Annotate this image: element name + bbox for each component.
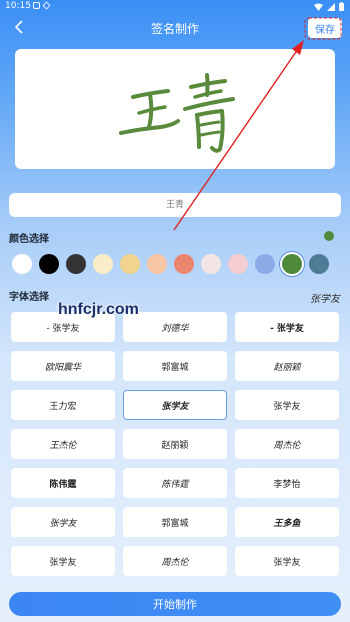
font-option[interactable]: 陈伟霆	[11, 468, 115, 498]
font-option-label: 张学友	[273, 557, 301, 568]
color-swatch[interactable]	[93, 254, 113, 274]
start-button[interactable]: 开始制作	[9, 592, 341, 616]
color-swatch-row	[12, 254, 336, 274]
font-option-label: 赵丽颖	[273, 361, 301, 372]
font-option[interactable]: 王杰伦	[11, 429, 115, 459]
font-option[interactable]: 郭富城	[123, 351, 227, 381]
font-option-label: 张学友	[273, 401, 301, 412]
status-bar: 10:15	[0, 0, 350, 14]
signature-canvas[interactable]	[15, 49, 335, 169]
font-option-label: 陈伟霆	[49, 479, 77, 490]
font-option-label: 赵丽颖	[161, 440, 189, 451]
font-option-label: 郭富城	[161, 362, 189, 373]
font-option[interactable]: 张学友	[235, 546, 339, 576]
color-swatch[interactable]	[66, 254, 86, 274]
header: 签名制作 保存	[0, 14, 350, 44]
font-section-label: 字体选择	[9, 292, 49, 303]
font-option-label: - 张学友	[270, 323, 304, 334]
font-option-label: 周杰伦	[161, 556, 189, 567]
save-button[interactable]: 保存	[308, 18, 342, 38]
color-swatch[interactable]	[201, 254, 221, 274]
color-swatch[interactable]	[120, 254, 140, 274]
font-option-label: 王多鱼	[273, 517, 301, 528]
font-option-label: 周杰伦	[273, 439, 301, 450]
font-option-label: 刘德华	[161, 322, 189, 333]
color-swatch[interactable]	[147, 254, 167, 274]
name-input[interactable]	[9, 193, 341, 217]
color-section-label: 颜色选择	[9, 234, 49, 245]
cube-icon	[42, 1, 51, 10]
font-option[interactable]: 张学友	[11, 546, 115, 576]
color-swatch[interactable]	[309, 254, 329, 274]
notification-icon	[33, 2, 40, 9]
font-option[interactable]: 赵丽颖	[123, 429, 227, 459]
font-option-label: 王力宏	[49, 401, 77, 412]
font-option[interactable]: - 张学友	[235, 312, 339, 342]
font-option[interactable]: 李梦怡	[235, 468, 339, 498]
font-option-label: 张学友	[161, 400, 189, 411]
font-option[interactable]: 赵丽颖	[235, 351, 339, 381]
current-font-label: 张学友	[310, 294, 340, 305]
font-option-label: 张学友	[49, 557, 77, 568]
color-swatch[interactable]	[39, 254, 59, 274]
color-swatch[interactable]	[12, 254, 32, 274]
font-option[interactable]: 郭富城	[123, 507, 227, 537]
current-color-indicator	[324, 231, 334, 241]
font-option[interactable]: 王力宏	[11, 390, 115, 420]
status-time: 10:15	[5, 1, 31, 11]
font-option[interactable]: 张学友	[11, 507, 115, 537]
color-swatch[interactable]	[228, 254, 248, 274]
watermark: hnfcjr.com	[58, 301, 139, 318]
wifi-icon	[314, 3, 323, 11]
color-swatch[interactable]	[255, 254, 275, 274]
signature-preview	[119, 73, 235, 153]
font-option[interactable]: 周杰伦	[235, 429, 339, 459]
font-option[interactable]: 陈伟霆	[123, 468, 227, 498]
font-option-label: 郭富城	[161, 518, 189, 529]
font-option[interactable]: 周杰伦	[123, 546, 227, 576]
font-option[interactable]: 王多鱼	[235, 507, 339, 537]
font-option-label: 欧阳震华	[44, 361, 81, 372]
font-grid: - 张学友 刘德华 - 张学友 欧阳震华 郭富城 赵丽颖 王力宏 张学友 张学友 王杰伦 赵丽颖 周杰…	[11, 312, 341, 584]
color-swatch[interactable]	[174, 254, 194, 274]
notification-icons	[33, 1, 51, 10]
signal-icon	[327, 2, 335, 11]
font-option-label: 张学友	[49, 517, 77, 528]
font-option[interactable]: 张学友	[235, 390, 339, 420]
font-option-label: 陈伟霆	[161, 478, 189, 489]
font-option-label: 李梦怡	[273, 479, 301, 490]
font-option[interactable]: 欧阳震华	[11, 351, 115, 381]
battery-icon	[339, 2, 344, 11]
font-option-label: 王杰伦	[49, 439, 77, 450]
page-title: 签名制作	[150, 22, 199, 36]
font-option[interactable]: 张学友	[123, 390, 227, 420]
font-option-label: - 张学友	[46, 323, 80, 334]
color-swatch[interactable]	[282, 254, 302, 274]
